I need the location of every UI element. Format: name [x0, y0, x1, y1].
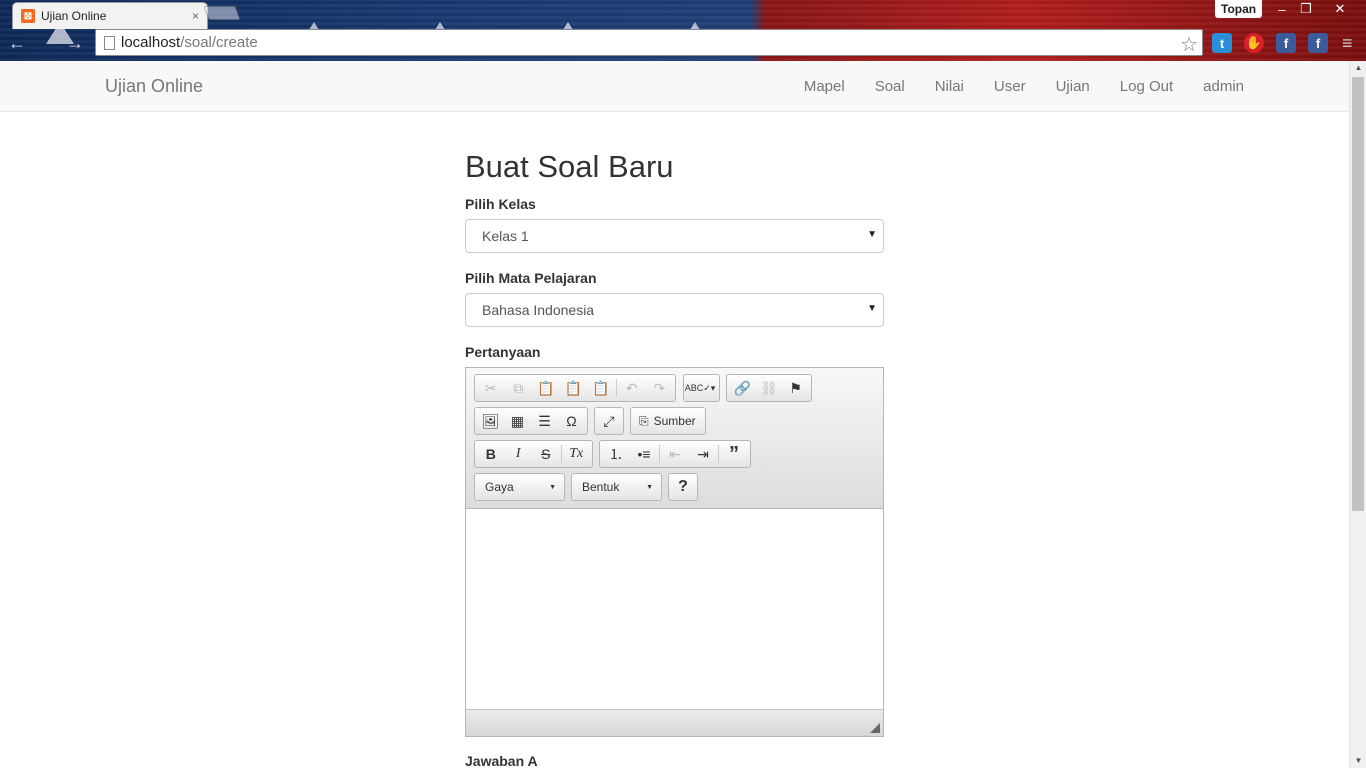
url-text: localhost/soal/create	[121, 34, 258, 51]
help-group: ?	[668, 473, 698, 501]
table-icon[interactable]: ▦	[504, 409, 531, 433]
brand-link[interactable]: Ujian Online	[105, 76, 203, 97]
paste-text-icon[interactable]: 📋	[560, 376, 588, 400]
nav-mapel[interactable]: Mapel	[804, 78, 845, 95]
indent-icon[interactable]: ⇥	[689, 442, 717, 466]
separator	[659, 445, 660, 463]
insert-group: 🖼 ▦ ☰ Ω	[474, 407, 588, 435]
address-bar[interactable]: localhost/soal/create ☆	[95, 29, 1203, 56]
scroll-down-icon[interactable]: ▼	[1350, 754, 1366, 768]
page-icon	[104, 35, 115, 50]
basic-styles-group: B I S Tx	[474, 440, 593, 468]
image-icon[interactable]: 🖼	[477, 409, 504, 433]
rich-text-editor: ✂ ⧉ 📋 📋 📋 ↶ ↷ ABC✓▾ 🔗 ⛓ ⚑ 🖼 ▦ ☰ Ω ⤢ ⎘ Su…	[465, 367, 884, 737]
page-title: Buat Soal Baru	[465, 149, 674, 184]
anchor-icon[interactable]: ⚑	[782, 376, 809, 400]
editor-bottom-bar	[466, 709, 883, 736]
link-icon[interactable]: 🔗	[729, 376, 756, 400]
chevron-down-icon: ▼	[549, 484, 556, 491]
minimize-icon[interactable]: –	[1270, 0, 1294, 18]
italic-icon[interactable]: I	[505, 442, 533, 466]
nav-logout[interactable]: Log Out	[1120, 78, 1173, 95]
unlink-icon[interactable]: ⛓	[756, 376, 783, 400]
spellcheck-icon[interactable]: ABC✓▾	[685, 376, 716, 400]
menu-icon[interactable]: ≡	[1342, 33, 1358, 53]
editor-content-area[interactable]	[466, 509, 883, 709]
browser-tab[interactable]: ⊠ Ujian Online ×	[12, 2, 208, 29]
tab-title: Ujian Online	[41, 9, 107, 23]
outdent-icon[interactable]: ⇤	[661, 442, 689, 466]
maximize-icon[interactable]: ⤢	[597, 409, 621, 433]
new-tab-button[interactable]	[203, 6, 241, 20]
kelas-label: Pilih Kelas	[465, 196, 536, 212]
twitter-icon[interactable]: t	[1212, 33, 1232, 53]
scroll-up-icon[interactable]: ▲	[1350, 61, 1366, 75]
clipboard-group: ✂ ⧉ 📋 📋 📋 ↶ ↷	[474, 374, 676, 402]
format-combo[interactable]: Bentuk ▼	[571, 473, 662, 501]
separator	[560, 445, 562, 463]
facebook-icon[interactable]: f	[1276, 33, 1296, 53]
nav-links: Mapel Soal Nilai User Ujian Log Out admi…	[774, 61, 1244, 112]
scroll-thumb[interactable]	[1352, 77, 1364, 511]
editor-toolbar: ✂ ⧉ 📋 📋 📋 ↶ ↷ ABC✓▾ 🔗 ⛓ ⚑ 🖼 ▦ ☰ Ω ⤢ ⎘ Su…	[466, 368, 883, 509]
nav-soal[interactable]: Soal	[875, 78, 905, 95]
maximize-group: ⤢	[594, 407, 624, 435]
mapel-select[interactable]: Bahasa Indonesia ▼	[465, 293, 884, 327]
source-button[interactable]: ⎘ Sumber	[633, 414, 702, 429]
adblock-icon[interactable]: ✋	[1244, 33, 1264, 53]
style-combo[interactable]: Gaya ▼	[474, 473, 565, 501]
chevron-down-icon: ▼	[646, 484, 653, 491]
vertical-scrollbar[interactable]: ▲ ▼	[1349, 61, 1366, 768]
undo-icon[interactable]: ↶	[618, 376, 646, 400]
forward-icon[interactable]: →	[64, 32, 86, 54]
navbar: Ujian Online Mapel Soal Nilai User Ujian…	[0, 61, 1349, 112]
nav-user[interactable]: User	[994, 78, 1026, 95]
close-window-icon[interactable]: ✕	[1328, 0, 1352, 18]
spellcheck-group: ABC✓▾	[683, 374, 720, 402]
restore-icon[interactable]: ❐	[1294, 0, 1318, 18]
xampp-icon: ⊠	[21, 9, 35, 23]
back-icon[interactable]: ←	[6, 32, 28, 54]
resize-handle-icon[interactable]	[870, 723, 880, 733]
cut-icon[interactable]: ✂	[477, 376, 505, 400]
paste-icon[interactable]: 📋	[532, 376, 560, 400]
blockquote-icon[interactable]: ”	[720, 442, 748, 466]
paragraph-group: ⒈ •≡ ⇤ ⇥ ”	[599, 440, 751, 468]
nav-ujian[interactable]: Ujian	[1056, 78, 1090, 95]
chevron-down-icon: ▼	[867, 303, 877, 314]
profile-button[interactable]: Topan	[1215, 0, 1263, 18]
pertanyaan-label: Pertanyaan	[465, 344, 541, 360]
bold-icon[interactable]: B	[477, 442, 505, 466]
separator	[615, 379, 617, 397]
jawaban-a-label: Jawaban A	[465, 753, 538, 768]
nav-nilai[interactable]: Nilai	[935, 78, 964, 95]
strike-icon[interactable]: S	[532, 442, 560, 466]
chevron-down-icon: ▼	[867, 229, 877, 240]
copy-icon[interactable]: ⧉	[505, 376, 533, 400]
kelas-select[interactable]: Kelas 1 ▼	[465, 219, 884, 253]
bookmark-star-icon[interactable]: ☆	[1180, 32, 1198, 57]
special-char-icon[interactable]: Ω	[558, 409, 585, 433]
help-icon[interactable]: ?	[671, 475, 695, 499]
paste-word-icon[interactable]: 📋	[587, 376, 615, 400]
remove-format-icon[interactable]: Tx	[562, 442, 590, 466]
separator	[718, 445, 719, 463]
mapel-select-value: Bahasa Indonesia	[482, 302, 595, 318]
close-icon[interactable]: ×	[192, 9, 199, 23]
nav-admin[interactable]: admin	[1203, 78, 1244, 95]
facebook-icon[interactable]: f	[1308, 33, 1328, 53]
numbered-list-icon[interactable]: ⒈	[602, 442, 630, 466]
source-group: ⎘ Sumber	[630, 407, 706, 435]
page-viewport: Ujian Online Mapel Soal Nilai User Ujian…	[0, 61, 1349, 768]
redo-icon[interactable]: ↷	[645, 376, 673, 400]
bulleted-list-icon[interactable]: •≡	[630, 442, 658, 466]
link-group: 🔗 ⛓ ⚑	[726, 374, 812, 402]
browser-chrome: ⊠ Ujian Online × Topan – ❐ ✕ ← → localho…	[0, 0, 1366, 61]
mapel-label: Pilih Mata Pelajaran	[465, 270, 597, 286]
horizontal-rule-icon[interactable]: ☰	[531, 409, 558, 433]
source-icon: ⎘	[639, 413, 649, 428]
kelas-select-value: Kelas 1	[482, 228, 529, 244]
